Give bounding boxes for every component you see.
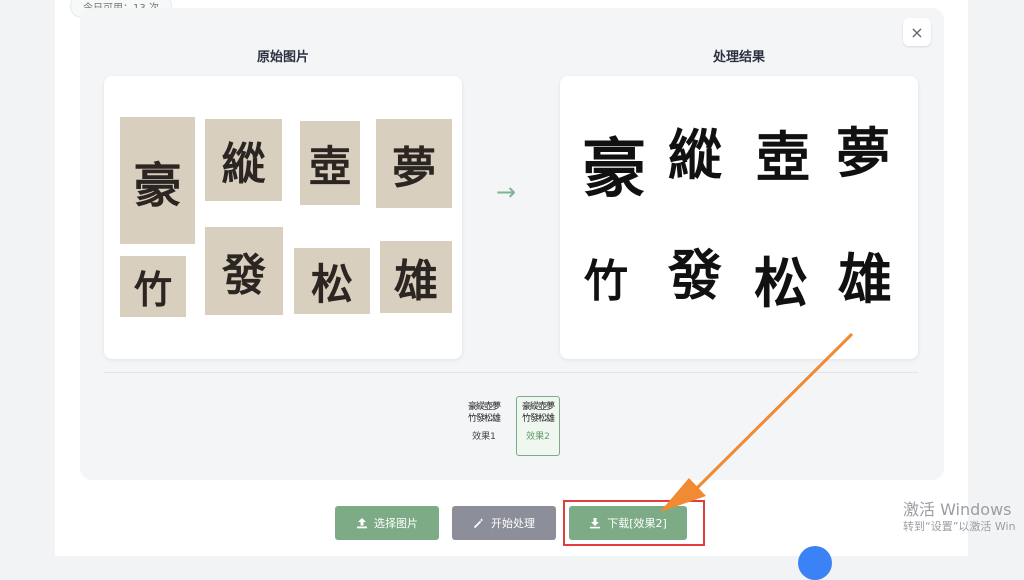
windows-watermark-subtitle: 转到“设置”以激活 Win — [903, 520, 1016, 533]
windows-watermark-title: 激活 Windows — [903, 500, 1012, 519]
annotation-arrow — [660, 332, 854, 512]
floating-action-button[interactable] — [798, 546, 832, 580]
